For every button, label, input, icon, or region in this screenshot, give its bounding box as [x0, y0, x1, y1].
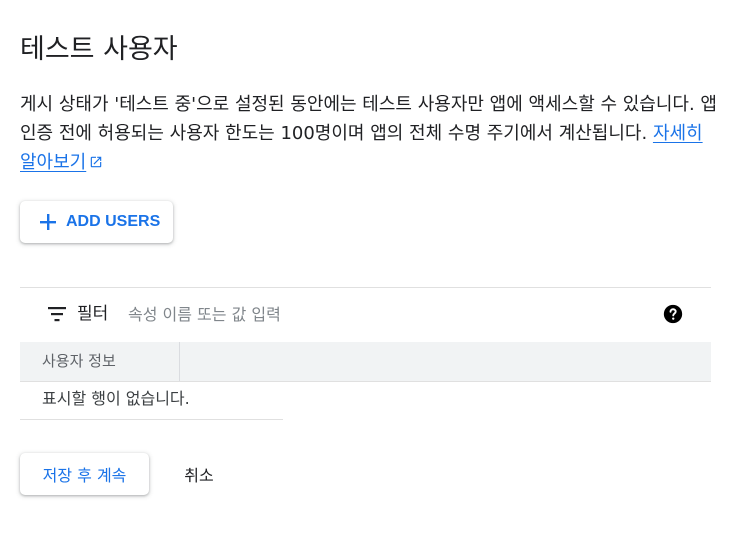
table-header: 사용자 정보: [20, 342, 711, 382]
empty-table-message: 표시할 행이 없습니다.: [20, 382, 283, 420]
filter-icon[interactable]: [48, 306, 68, 326]
column-header-label: 사용자 정보: [42, 352, 116, 370]
add-users-button[interactable]: ADD USERS: [20, 201, 173, 243]
cancel-button[interactable]: 취소: [166, 453, 232, 495]
column-header-user-info[interactable]: 사용자 정보: [20, 342, 180, 381]
empty-message-text: 표시할 행이 없습니다.: [42, 389, 190, 408]
add-users-label: ADD USERS: [66, 213, 161, 230]
page-title: 테스트 사용자: [20, 34, 178, 65]
description: 게시 상태가 '테스트 중'으로 설정된 동안에는 테스트 사용자만 앱에 액세…: [20, 90, 720, 178]
plus-icon: [39, 213, 57, 231]
filter-label: 필터: [77, 304, 109, 324]
save-and-continue-button[interactable]: 저장 후 계속: [20, 453, 149, 495]
description-text: 게시 상태가 '테스트 중'으로 설정된 동안에는 테스트 사용자만 앱에 액세…: [20, 94, 717, 144]
filter-bar: 필터: [20, 288, 711, 342]
help-circle-icon[interactable]: [663, 304, 683, 328]
open-in-new-icon: [89, 149, 103, 178]
filter-input[interactable]: [128, 300, 608, 328]
